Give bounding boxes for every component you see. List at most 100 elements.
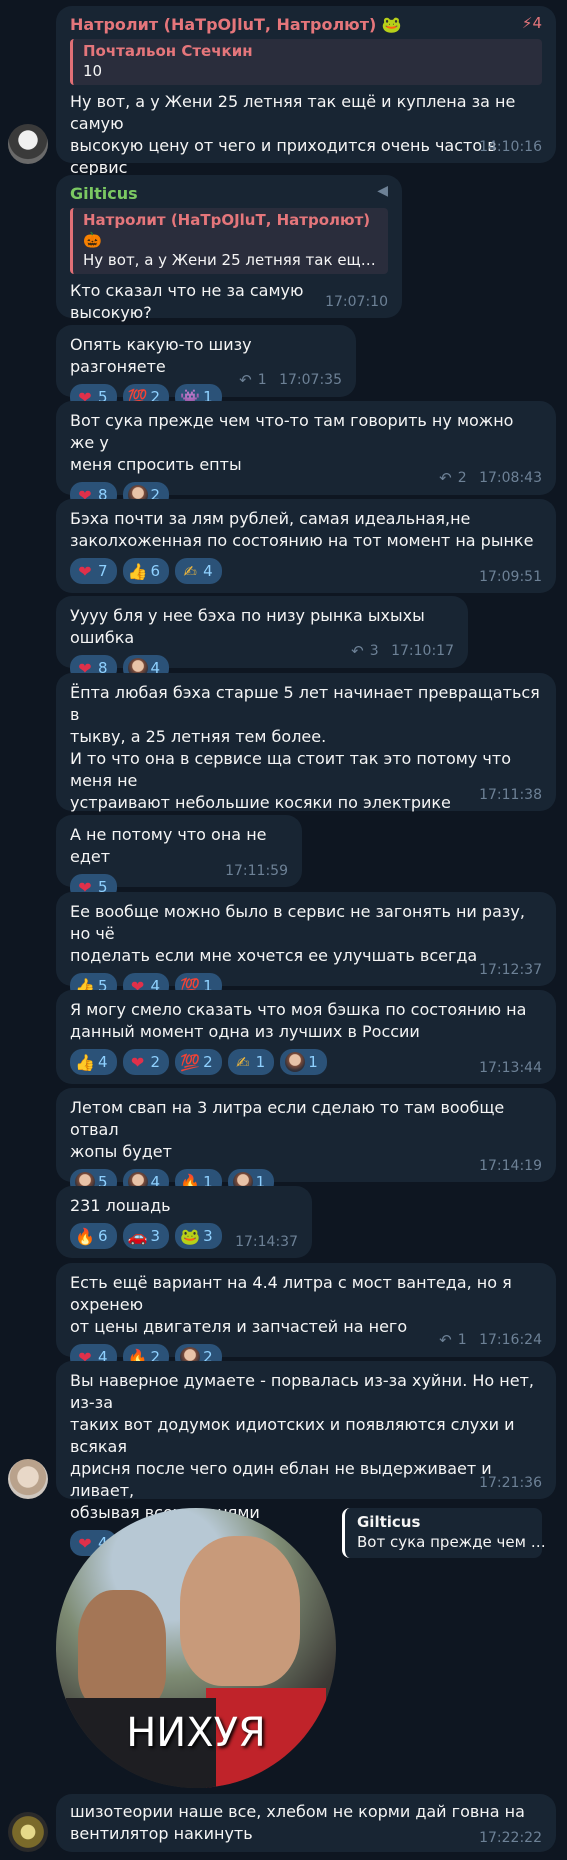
video-caption: НИХУЯ	[126, 1710, 266, 1756]
reply-arrow-icon[interactable]: ↶	[439, 469, 452, 487]
message-bubble[interactable]: Опять какую-то шизу разгоняете ❤ 5 💯 2 👾 1 ↶ 1…	[56, 325, 356, 410]
message-text: Ёпта любая бэха старше 5 лет начинает пр…	[70, 683, 540, 812]
boost-badge: ⚡4	[521, 14, 542, 32]
message-text: Я могу смело сказать что моя бэшка по со…	[70, 1000, 527, 1041]
video-message[interactable]: НИХУЯ	[56, 1508, 336, 1788]
message-bubble[interactable]: Ее вообще можно было в сервис не загонят…	[56, 892, 556, 999]
reaction-car[interactable]: 🚗 3	[122, 1223, 170, 1249]
message-bubble[interactable]: Я могу смело сказать что моя бэшка по со…	[56, 990, 556, 1084]
message-text: Вот сука прежде чем что-то там говорить …	[70, 411, 514, 474]
message-time: 17:14:19	[479, 1158, 542, 1174]
reaction-count: 2	[150, 1053, 161, 1071]
message-bubble[interactable]: Ёпта любая бэха старше 5 лет начинает пр…	[56, 673, 556, 846]
reply-count[interactable]: 1	[258, 372, 267, 388]
message-bubble[interactable]: Есть ещё вариант на 4.4 литра с мост ван…	[56, 1263, 556, 1370]
message-bubble[interactable]: Ууyy бля у нее бэха по низу рынка ыхыхы …	[56, 596, 468, 681]
reactions: ❤ 7 👍 6 ✍ 4	[70, 558, 542, 584]
message-text: Вы наверное думаете - порвалась из-за ху…	[70, 1371, 534, 1522]
message-bubble[interactable]: Gilticus ◀ Натролит (НаТрОJluТ, Натролют…	[56, 175, 402, 356]
message-time: 17:07:35	[279, 372, 342, 388]
reactions: 👍 4 ❤ 2 💯 2 ✍ 1 1	[70, 1049, 542, 1075]
reaction-count: 4	[98, 1053, 108, 1071]
message-bubble[interactable]: Летом свап на 3 литра если сделаю то там…	[56, 1088, 556, 1195]
reaction-count: 2	[203, 1053, 213, 1071]
message-text: шизотеории наше все, хлебом не корми дай…	[70, 1802, 525, 1843]
message-text: Летом свап на 3 литра если сделаю то там…	[70, 1098, 505, 1161]
reply-arrow-icon[interactable]: ↶	[239, 371, 252, 389]
message-time: 17:16:24	[479, 1332, 542, 1348]
reply-arrow-icon[interactable]: ↶	[439, 1331, 452, 1349]
heart-icon: ❤	[130, 1052, 145, 1072]
message-bubble[interactable]: Вы наверное думаете - порвалась из-за ху…	[56, 1361, 556, 1556]
reaction-heart[interactable]: ❤ 2	[122, 1049, 170, 1075]
write-icon: ✍	[183, 561, 197, 581]
reaction-count: 1	[308, 1053, 318, 1071]
frog-icon: 🐸	[180, 1226, 201, 1246]
message-time: 17:11:59	[225, 863, 288, 879]
message-bubble[interactable]: Вот сука прежде чем что-то там говорить …	[56, 401, 556, 508]
message-bubble[interactable]: Бэха почти за лям рублей, самая идеальна…	[56, 499, 556, 593]
reply-quote[interactable]: Натролит (НаТрОJluТ, Натролют) 🎃 Ну вот,…	[70, 208, 388, 274]
message-bubble[interactable]: шизотеории наше все, хлебом не корми дай…	[56, 1794, 556, 1852]
reply-text: Ну вот, а у Жени 25 летняя так ещё и …	[83, 251, 380, 269]
reaction-fire[interactable]: 🔥 6	[70, 1223, 117, 1249]
reaction-thumb[interactable]: 👍 6	[122, 558, 170, 584]
fire-icon: 🔥	[75, 1226, 95, 1246]
reaction-count: 6	[150, 562, 161, 580]
reaction-frog[interactable]: 🐸 3	[175, 1223, 222, 1249]
message-text: Ее вообще можно было в сервис не загонят…	[70, 902, 525, 965]
reply-text: 10	[83, 62, 103, 80]
reaction-heart[interactable]: ❤ 7	[70, 558, 117, 584]
boost-count: 4	[532, 14, 542, 32]
reaction-count: 1	[255, 1053, 266, 1071]
reply-arrow-icon[interactable]: ↶	[351, 642, 364, 660]
message-time: 17:07:10	[325, 294, 388, 310]
100-icon: 💯	[180, 1052, 201, 1072]
reply-sender: Почтальон Стечкин	[83, 42, 253, 60]
thumb-icon: 👍	[127, 561, 148, 581]
car-icon: 🚗	[127, 1226, 148, 1246]
reaction-write[interactable]: ✍ 4	[175, 558, 222, 584]
reaction-photo[interactable]: 1	[280, 1049, 327, 1075]
message-time: 17:10:17	[391, 643, 454, 659]
message-bubble[interactable]: А не потому что она не едет ❤ 5 17:11:59	[56, 815, 302, 900]
reaction-100[interactable]: 💯 2	[175, 1049, 222, 1075]
reply-sender: Gilticus	[357, 1513, 421, 1531]
photo-icon	[285, 1052, 306, 1072]
message-time: 17:13:44	[479, 1060, 542, 1076]
reply-count[interactable]: 1	[458, 1332, 467, 1348]
reaction-count: 3	[203, 1227, 213, 1245]
thumb-icon: 👍	[75, 1052, 95, 1072]
reply-sender: Натролит (НаТрОJluТ, Натролют) 🎃	[83, 211, 371, 249]
message-text: А не потому что она не едет	[70, 825, 272, 866]
reaction-count: 3	[150, 1227, 161, 1245]
reply-text: Вот сука прежде чем …	[357, 1533, 546, 1551]
message-text: Есть ещё вариант на 4.4 литра с мост ван…	[70, 1273, 512, 1336]
reaction-count: 4	[203, 562, 213, 580]
person-right	[180, 1536, 300, 1686]
avatar[interactable]	[8, 1812, 48, 1852]
reply-count[interactable]: 2	[458, 470, 467, 486]
avatar[interactable]	[8, 124, 48, 164]
sender-name[interactable]: Gilticus	[70, 183, 138, 205]
person-left	[78, 1590, 166, 1710]
message-time: 17:21:36	[479, 1475, 542, 1491]
reply-quote[interactable]: Почтальон Стечкин 10	[70, 39, 542, 85]
sender-name[interactable]: Натролит (НаТрОJluТ, Натролют) 🐸	[70, 14, 402, 36]
message-time: 17:09:51	[479, 569, 542, 585]
reaction-count: 7	[98, 562, 108, 580]
reaction-write[interactable]: ✍ 1	[227, 1049, 275, 1075]
anonymous-icon: ◀	[377, 183, 388, 199]
message-bubble[interactable]: 231 лошадь 🔥 6 🚗 3 🐸 3 17:14:37	[56, 1186, 312, 1258]
message-bubble[interactable]: Натролит (НаТрОJluТ, Натролют) 🐸 ⚡4 Почт…	[56, 6, 556, 199]
heart-icon: ❤	[78, 1533, 92, 1553]
message-text: Бэха почти за лям рублей, самая идеальна…	[70, 509, 534, 550]
heart-icon: ❤	[78, 561, 92, 581]
video-reply-quote[interactable]: Gilticus Вот сука прежде чем …	[342, 1508, 546, 1558]
reply-count[interactable]: 3	[370, 643, 379, 659]
message-time: 17:22:22	[479, 1830, 542, 1846]
reaction-thumb[interactable]: 👍 4	[70, 1049, 117, 1075]
reaction-count: 6	[98, 1227, 108, 1245]
avatar[interactable]	[8, 1459, 48, 1499]
message-time: 17:11:38	[479, 787, 542, 803]
